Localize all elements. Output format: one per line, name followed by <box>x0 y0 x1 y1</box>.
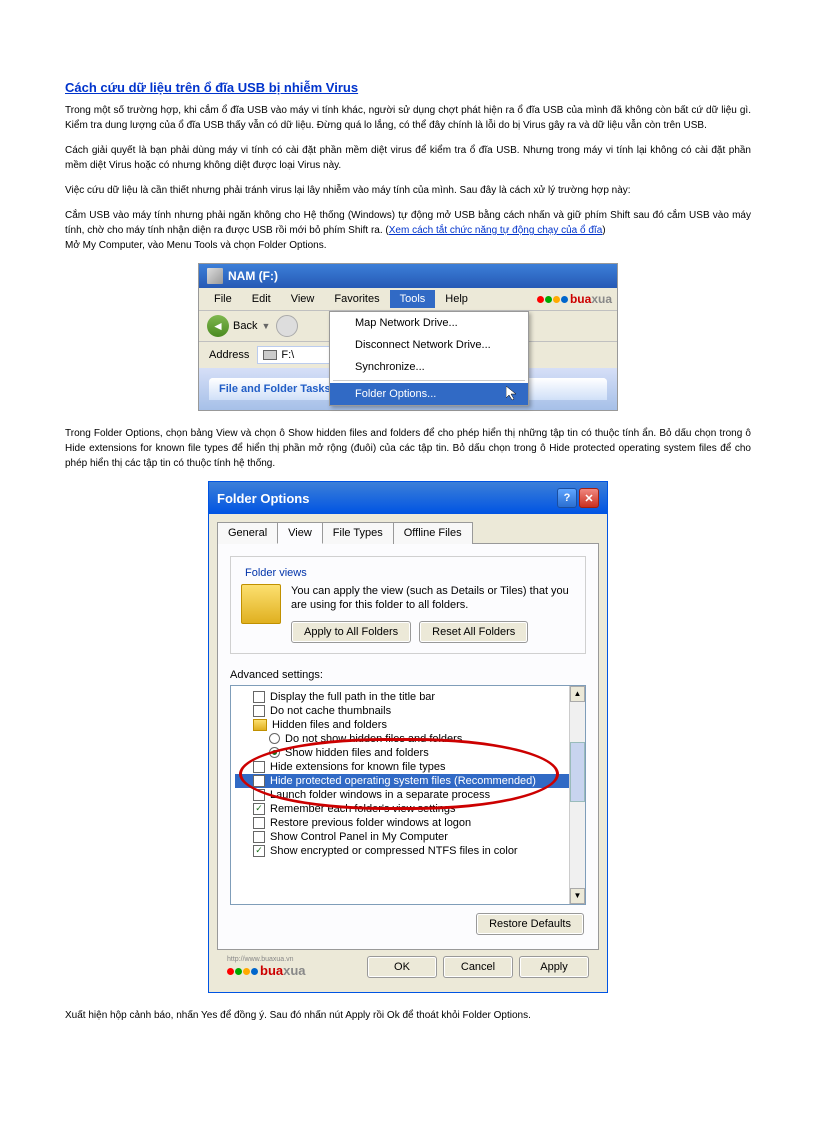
opt-restore-previous[interactable]: Restore previous folder windows at logon <box>235 816 581 830</box>
dropdown-disconnect-drive[interactable]: Disconnect Network Drive... <box>330 334 528 356</box>
opt-remember-view[interactable]: ✓Remember each folder's view settings <box>235 802 581 816</box>
checkbox-checked-icon: ✓ <box>253 803 265 815</box>
opt-no-cache[interactable]: Do not cache thumbnails <box>235 704 581 718</box>
checkbox-checked-icon: ✓ <box>253 845 265 857</box>
tools-dropdown: Map Network Drive... Disconnect Network … <box>329 311 529 406</box>
address-label: Address <box>209 349 249 361</box>
opt-do-not-show-hidden[interactable]: Do not show hidden files and folders <box>235 732 581 746</box>
folder-views-label: Folder views <box>241 567 311 579</box>
radio-icon <box>269 733 280 744</box>
checkbox-icon <box>253 691 265 703</box>
ok-button[interactable]: OK <box>367 956 437 978</box>
checkbox-icon <box>253 817 265 829</box>
checkbox-icon <box>253 775 265 787</box>
scroll-thumb[interactable] <box>570 742 585 802</box>
reset-all-folders-button[interactable]: Reset All Folders <box>419 621 528 643</box>
scroll-down-icon[interactable]: ▼ <box>570 888 585 904</box>
folder-views-fieldset: Folder views You can apply the view (suc… <box>230 556 586 654</box>
menu-view[interactable]: View <box>281 290 325 308</box>
opt-hidden-files-folder[interactable]: Hidden files and folders <box>235 718 581 732</box>
explorer-toolbar: ◄ Back ▼ Map Network Drive... Disconnect… <box>199 311 617 342</box>
paragraph-4: Cắm USB vào máy tính nhưng phải ngăn khô… <box>65 208 751 253</box>
opt-hide-extensions[interactable]: Hide extensions for known file types <box>235 760 581 774</box>
opt-show-hidden[interactable]: Show hidden files and folders <box>235 746 581 760</box>
folder-icon <box>253 719 267 731</box>
menu-file[interactable]: File <box>204 290 242 308</box>
tab-view[interactable]: View <box>277 522 323 544</box>
cancel-button[interactable]: Cancel <box>443 956 513 978</box>
autorun-link[interactable]: Xem cách tắt chức năng tự động chạy của … <box>389 225 603 236</box>
checkbox-icon <box>253 761 265 773</box>
apply-all-folders-button[interactable]: Apply to All Folders <box>291 621 411 643</box>
menu-edit[interactable]: Edit <box>242 290 281 308</box>
paragraph-6: Trong Folder Options, chọn bảng View và … <box>65 426 751 471</box>
dropdown-separator <box>333 380 525 381</box>
drive-small-icon <box>263 350 277 360</box>
tab-offline[interactable]: Offline Files <box>393 522 473 544</box>
paragraph-7: Xuất hiện hộp cảnh báo, nhấn Yes để đồng… <box>65 1008 751 1023</box>
forward-button[interactable] <box>276 315 298 337</box>
checkbox-icon <box>253 789 265 801</box>
paragraph-1: Trong một số trường hợp, khi cắm ổ đĩa U… <box>65 103 751 133</box>
radio-checked-icon <box>269 747 280 758</box>
opt-show-control-panel[interactable]: Show Control Panel in My Computer <box>235 830 581 844</box>
explorer-titlebar: NAM (F:) <box>199 264 617 288</box>
fo-bottom-bar: http://www.buaxua.vn buaxua OK Cancel Ap… <box>217 950 599 984</box>
dropdown-folder-options[interactable]: Folder Options... <box>330 383 528 405</box>
buaxua-logo: buaxua <box>537 292 612 306</box>
explorer-window: NAM (F:) File Edit View Favorites Tools … <box>198 263 618 411</box>
folder-views-text: You can apply the view (such as Details … <box>291 584 575 613</box>
drive-icon <box>207 268 223 284</box>
scrollbar[interactable]: ▲ ▼ <box>569 686 585 904</box>
checkbox-icon <box>253 831 265 843</box>
explorer-title: NAM (F:) <box>228 269 278 283</box>
cursor-icon <box>506 386 522 402</box>
scroll-up-icon[interactable]: ▲ <box>570 686 585 702</box>
explorer-menubar: File Edit View Favorites Tools Help buax… <box>199 288 617 311</box>
fo-tabcontent: Folder views You can apply the view (suc… <box>217 543 599 950</box>
tab-filetypes[interactable]: File Types <box>322 522 394 544</box>
folder-big-icon <box>241 584 281 624</box>
tab-general[interactable]: General <box>217 522 278 544</box>
restore-defaults-button[interactable]: Restore Defaults <box>476 913 584 935</box>
dropdown-map-drive[interactable]: Map Network Drive... <box>330 312 528 334</box>
opt-launch-separate[interactable]: Launch folder windows in a separate proc… <box>235 788 581 802</box>
dropdown-synchronize[interactable]: Synchronize... <box>330 356 528 378</box>
article-title: Cách cứu dữ liệu trên ổ đĩa USB bị nhiễm… <box>65 80 751 95</box>
fo-titlebar: Folder Options ? ✕ <box>209 482 607 514</box>
paragraph-2: Cách giải quyết là bạn phải dùng máy vi … <box>65 143 751 173</box>
fo-body: General View File Types Offline Files Fo… <box>209 514 607 992</box>
opt-hide-protected[interactable]: Hide protected operating system files (R… <box>235 774 581 788</box>
folder-options-dialog: Folder Options ? ✕ General View File Typ… <box>208 481 608 993</box>
opt-show-encrypted[interactable]: ✓Show encrypted or compressed NTFS files… <box>235 844 581 858</box>
advanced-settings-list[interactable]: Display the full path in the title bar D… <box>230 685 586 905</box>
checkbox-icon <box>253 705 265 717</box>
menu-favorites[interactable]: Favorites <box>324 290 389 308</box>
menu-tools[interactable]: Tools <box>390 290 436 308</box>
address-value: F:\ <box>281 349 294 361</box>
paragraph-3: Việc cứu dữ liệu là cần thiết nhưng phải… <box>65 183 751 198</box>
buaxua-logo: http://www.buaxua.vn buaxua <box>227 956 306 978</box>
apply-button[interactable]: Apply <box>519 956 589 978</box>
back-icon: ◄ <box>207 315 229 337</box>
close-button[interactable]: ✕ <box>579 488 599 508</box>
back-button[interactable]: ◄ Back ▼ <box>207 315 270 337</box>
fo-title: Folder Options <box>217 491 309 506</box>
opt-display-fullpath[interactable]: Display the full path in the title bar <box>235 690 581 704</box>
help-button[interactable]: ? <box>557 488 577 508</box>
menu-help[interactable]: Help <box>435 290 478 308</box>
advanced-label: Advanced settings: <box>230 669 586 681</box>
fo-tabs: General View File Types Offline Files <box>217 522 599 544</box>
